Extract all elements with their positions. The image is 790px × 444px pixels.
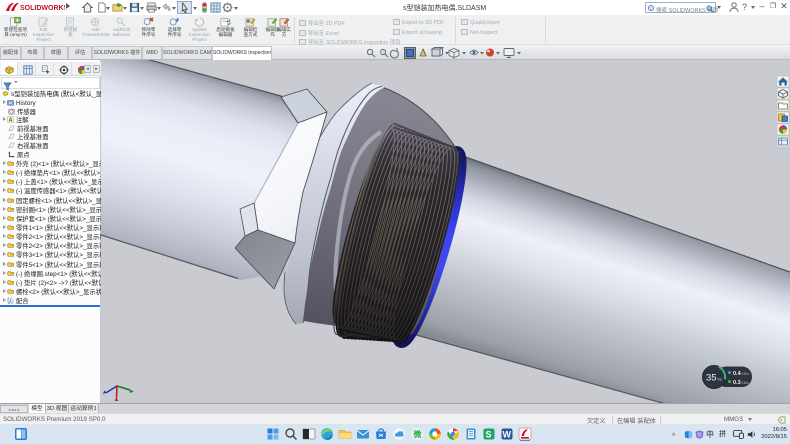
svg-text:SOLIDWORKS: SOLIDWORKS (20, 5, 65, 12)
svg-text:S: S (486, 430, 492, 440)
svg-text:KB/s: KB/s (742, 372, 750, 376)
svg-text:0.3: 0.3 (733, 380, 741, 386)
svg-text:微: 微 (413, 429, 422, 439)
svg-text:KB/s: KB/s (742, 381, 750, 385)
svg-text:W: W (503, 430, 512, 440)
svg-text:A: A (9, 118, 13, 123)
svg-text:0.4: 0.4 (733, 371, 742, 377)
svg-text:%: % (718, 377, 722, 382)
svg-text:35: 35 (706, 373, 717, 384)
